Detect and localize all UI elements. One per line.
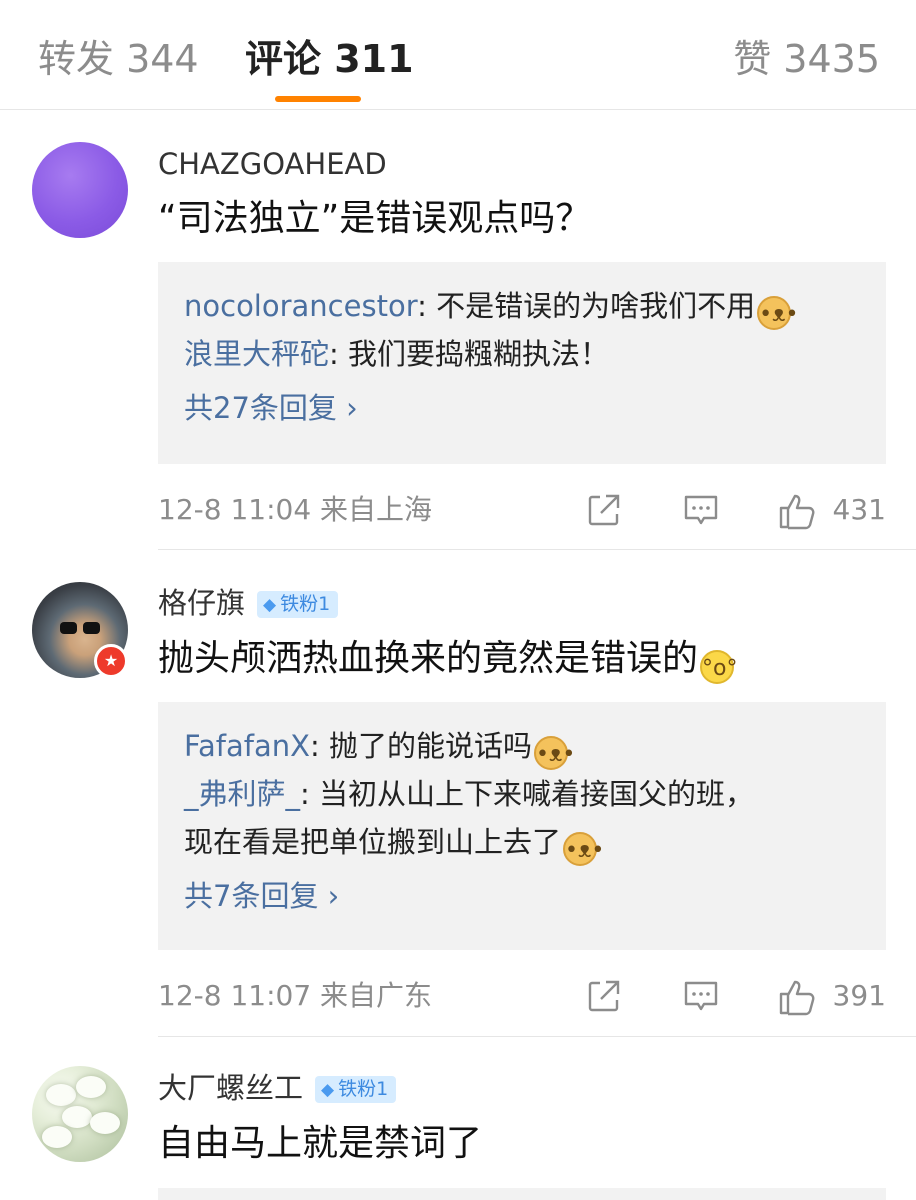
comment-text: 自由马上就是禁词了 bbox=[158, 1123, 483, 1164]
reply-item[interactable]: FafafanX: 抛了的能说话吗 •ᴥ• bbox=[184, 722, 860, 770]
comment-divider bbox=[158, 549, 916, 550]
avatar[interactable] bbox=[32, 142, 128, 238]
shocked-emoji-icon: °o° bbox=[700, 650, 737, 684]
comment-username[interactable]: 大厂螺丝工 ◆ 铁粉1 bbox=[158, 1070, 397, 1106]
comment-divider bbox=[158, 1036, 916, 1037]
reply-text: 抛了的能说话吗 bbox=[329, 729, 533, 763]
reply-username[interactable]: _弗利萨_ bbox=[184, 777, 300, 811]
reply-box: FafafanX: 抛了的能说话吗 •ᴥ• _弗利萨_: 当初从山上下来喊着接国父… bbox=[158, 702, 886, 950]
comment-time-location: 12-8 11:04 来自上海 bbox=[158, 493, 433, 526]
thumbs-up-icon bbox=[779, 494, 815, 530]
share-icon[interactable] bbox=[586, 978, 622, 1014]
reply-text: 不是错误的为啥我们不用 bbox=[436, 289, 756, 323]
reply-separator: : bbox=[300, 777, 320, 811]
reply-item[interactable]: 浪里大秤砣: 我们要捣糨糊执法！ bbox=[184, 330, 860, 378]
tab-repost[interactable]: 转发 344 bbox=[38, 36, 199, 82]
like-button[interactable]: 391 bbox=[778, 978, 886, 1016]
comment-text: 抛头颅洒热血换来的竟然是错误的 °o° bbox=[158, 637, 737, 684]
tab-like[interactable]: 赞 3435 bbox=[733, 36, 880, 82]
reply-separator: : bbox=[310, 729, 329, 763]
thumbs-up-icon bbox=[779, 980, 815, 1016]
username-text: 大厂螺丝工 bbox=[158, 1071, 304, 1105]
fan-badge[interactable]: ◆ 铁粉1 bbox=[315, 1076, 397, 1103]
reply-item[interactable]: nocolorancestor: 不是错误的为啥我们不用 •ᴥ• bbox=[184, 282, 860, 330]
fan-badge-label: 铁粉1 bbox=[338, 1078, 389, 1100]
reply-separator: : bbox=[329, 337, 349, 371]
tab-bar: 转发 344 评论 311 赞 3435 bbox=[0, 0, 916, 110]
reply-text: 当初从山上下来喊着接国父的班， bbox=[319, 777, 755, 811]
comment-meta: 12-8 11:07 来自广东 391 bbox=[158, 976, 886, 1016]
comment-username[interactable]: CHAZGOAHEAD bbox=[158, 146, 387, 182]
diamond-icon: ◆ bbox=[263, 595, 277, 615]
comment-text: “司法独立”是错误观点吗？ bbox=[158, 198, 592, 239]
reply-box bbox=[158, 1188, 886, 1200]
comment-icon[interactable] bbox=[682, 492, 720, 528]
comment-time-location: 12-8 11:07 来自广东 bbox=[158, 979, 433, 1012]
share-icon[interactable] bbox=[586, 492, 622, 528]
reply-item[interactable]: _弗利萨_: 当初从山上下来喊着接国父的班， 现在看是把单位搬到山上去了 •ᴥ• bbox=[184, 770, 860, 866]
view-more-replies-link[interactable]: 共27条回复 › bbox=[184, 384, 358, 432]
avatar[interactable] bbox=[32, 1066, 128, 1162]
reply-text: 我们要捣糨糊执法！ bbox=[348, 337, 610, 371]
fan-badge-label: 铁粉1 bbox=[280, 593, 331, 615]
reply-text-line2: 现在看是把单位搬到山上去了 bbox=[184, 825, 562, 859]
doge-emoji-icon: •ᴥ• bbox=[563, 832, 604, 866]
reply-username[interactable]: FafafanX bbox=[184, 729, 310, 763]
doge-emoji-icon: •ᴥ• bbox=[757, 296, 798, 330]
like-button[interactable]: 431 bbox=[778, 492, 886, 530]
doge-emoji-icon: •ᴥ• bbox=[534, 736, 575, 770]
comment-meta: 12-8 11:04 来自上海 431 bbox=[158, 490, 886, 530]
username-text: 格仔旗 bbox=[158, 586, 246, 620]
comment-text-content: 抛头颅洒热血换来的竟然是错误的 bbox=[158, 638, 699, 679]
active-tab-indicator bbox=[275, 96, 361, 102]
verified-star-icon: ★ bbox=[94, 644, 128, 678]
reply-username[interactable]: nocolorancestor bbox=[184, 289, 417, 323]
like-count: 431 bbox=[832, 493, 886, 526]
comment-icon[interactable] bbox=[682, 978, 720, 1014]
view-more-replies-link[interactable]: 共7条回复 › bbox=[184, 872, 339, 920]
reply-box: nocolorancestor: 不是错误的为啥我们不用 •ᴥ• 浪里大秤砣: 我… bbox=[158, 262, 886, 464]
like-count: 391 bbox=[832, 979, 886, 1012]
reply-username[interactable]: 浪里大秤砣 bbox=[184, 337, 329, 371]
reply-separator: : bbox=[417, 289, 437, 323]
diamond-icon: ◆ bbox=[321, 1080, 335, 1100]
comment-username[interactable]: 格仔旗 ◆ 铁粉1 bbox=[158, 585, 339, 621]
fan-badge[interactable]: ◆ 铁粉1 bbox=[257, 591, 339, 618]
